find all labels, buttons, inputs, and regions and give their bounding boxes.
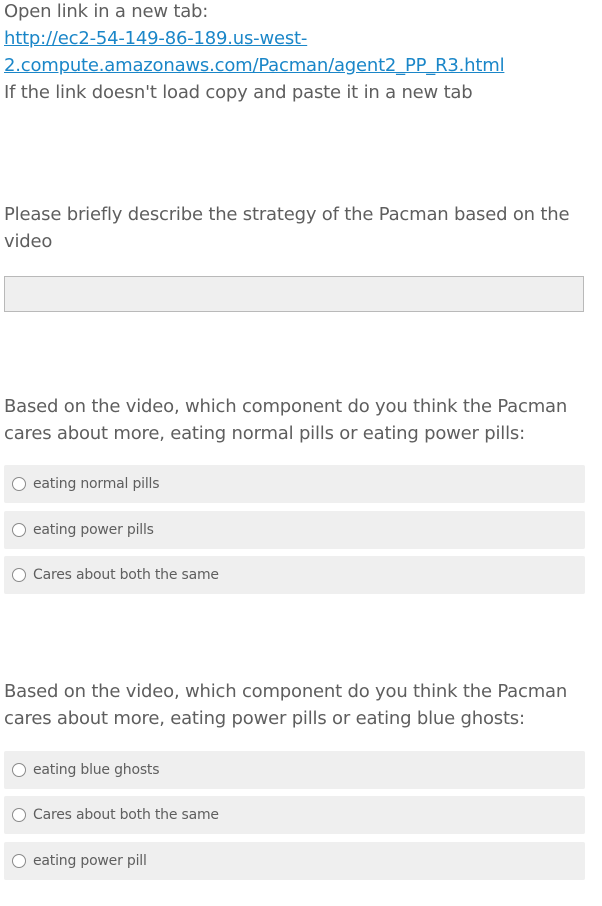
option-label: eating normal pills [33, 476, 160, 492]
radio-button-icon[interactable] [12, 568, 26, 582]
option-label: Cares about both the same [33, 567, 219, 583]
option-label: eating power pill [33, 853, 147, 869]
option-label: eating power pills [33, 522, 154, 538]
survey-page: Open link in a new tab: http://ec2-54-14… [0, 0, 602, 906]
open-link-label: Open link in a new tab: [4, 1, 209, 22]
pacman-link-line1[interactable]: http://ec2-54-149-86-189.us-west- [4, 25, 307, 52]
q2-option-both-same[interactable]: Cares about both the same [4, 556, 585, 594]
pacman-link-part2[interactable]: 2.compute.amazonaws.com/Pacman/agent2_PP… [4, 55, 505, 76]
radio-button-icon[interactable] [12, 808, 26, 822]
question3-line1: Based on the video, which component do y… [4, 681, 568, 702]
q2-option-power-pills[interactable]: eating power pills [4, 511, 585, 549]
link-hint-text: If the link doesn't load copy and paste … [4, 82, 473, 103]
q3-option-blue-ghosts[interactable]: eating blue ghosts [4, 751, 585, 789]
question1-line1: Please briefly describe the strategy of … [4, 204, 570, 225]
pacman-link-line2[interactable]: 2.compute.amazonaws.com/Pacman/agent2_PP… [4, 52, 505, 79]
q3-option-both-same[interactable]: Cares about both the same [4, 796, 585, 834]
question2-line2: cares about more, eating normal pills or… [4, 423, 525, 444]
radio-button-icon[interactable] [12, 477, 26, 491]
q3-option-power-pill[interactable]: eating power pill [4, 842, 585, 880]
radio-button-icon[interactable] [12, 523, 26, 537]
option-label: Cares about both the same [33, 807, 219, 823]
question1-line2: video [4, 231, 53, 252]
radio-button-icon[interactable] [12, 763, 26, 777]
strategy-answer-field[interactable] [4, 276, 584, 312]
pacman-link-part1[interactable]: http://ec2-54-149-86-189.us-west- [4, 28, 307, 49]
question2-line1: Based on the video, which component do y… [4, 396, 568, 417]
radio-button-icon[interactable] [12, 854, 26, 868]
q2-option-normal-pills[interactable]: eating normal pills [4, 465, 585, 503]
option-label: eating blue ghosts [33, 762, 160, 778]
question3-line2: cares about more, eating power pills or … [4, 708, 525, 729]
